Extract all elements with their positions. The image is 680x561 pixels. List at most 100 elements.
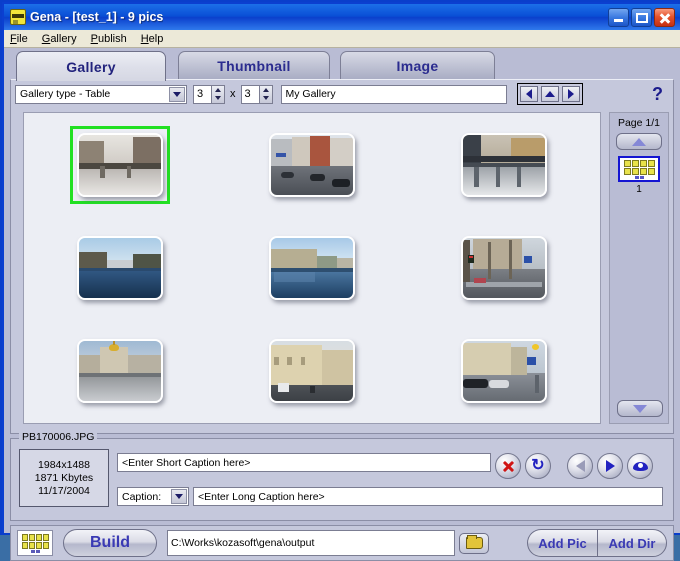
grid-cell [408,320,600,423]
thumbnail-image-2 [269,132,355,197]
add-dir-button[interactable]: Add Dir [597,529,667,557]
minimize-button[interactable] [608,7,629,27]
menu-label-help: elp [148,32,164,45]
menu-item-help[interactable]: Help [141,33,164,45]
folder-open-icon [465,535,483,549]
cols-up-icon[interactable] [260,86,272,95]
image-action-buttons: ↻ [495,453,653,479]
grid-cell [216,216,408,319]
thumbnail-item[interactable] [262,229,362,307]
close-icon [502,460,515,473]
thumbnail-item[interactable] [262,126,362,204]
grid-cell [216,113,408,216]
gallery-grid-icon [17,530,53,556]
rows-spin-buttons[interactable] [211,84,225,104]
application-window: Gena - [test_1] - 9 pics File Gallery Pu… [0,0,680,561]
build-button[interactable]: Build [63,529,157,557]
cols-spin-buttons[interactable] [258,84,273,104]
app-icon [10,9,26,25]
page-nav-group [516,83,583,105]
menu-item-publish[interactable]: Publish [91,33,127,45]
rows-stepper[interactable]: 3 [193,84,225,104]
right-arrow-icon [605,460,615,472]
thumbnail-item[interactable] [454,126,554,204]
image-dimensions: 1984x1488 [38,459,90,471]
menu-label-file: ile [16,32,28,45]
thumbnail-item[interactable] [70,332,170,410]
menu-item-gallery[interactable]: Gallery [42,33,77,45]
add-pic-button[interactable]: Add Pic [527,529,597,557]
thumbnail-image-1 [77,132,163,197]
tab-gallery[interactable]: Gallery [16,51,166,81]
grid-cell [24,320,216,423]
chevron-down-icon[interactable] [169,86,185,102]
long-caption-input[interactable]: <Enter Long Caption here> [193,487,663,506]
title-bar: Gena - [test_1] - 9 pics [4,4,680,30]
next-image-button[interactable] [597,453,623,479]
cols-down-icon[interactable] [260,94,272,103]
nav-prev-button[interactable] [519,86,538,102]
image-date: 11/17/2004 [38,485,90,497]
cols-stepper[interactable]: 3 [240,84,273,104]
gallery-panel: Gallery type - Table 3 x 3 My Gallery ? … [10,79,674,434]
bottom-toolbar: Build C:\Works\kozasoft\gena\output Add … [10,525,674,561]
rows-up-icon[interactable] [212,86,224,95]
prev-image-button[interactable] [567,453,593,479]
nav-up-button[interactable] [540,86,559,102]
close-button[interactable] [654,7,675,27]
caption-type-value: Caption: [122,490,162,503]
image-info-panel: PB170006.JPG 1984x1488 1871 Kbytes 11/17… [10,431,674,521]
chevron-down-icon[interactable] [171,489,187,504]
rotate-button[interactable]: ↻ [525,453,551,479]
page-thumbnail-1[interactable] [618,156,660,182]
page-scroll-up-button[interactable] [616,133,662,150]
thumbnail-item[interactable] [70,229,170,307]
preview-button[interactable] [627,453,653,479]
left-arrow-icon [575,460,585,472]
thumbnail-item[interactable] [454,332,554,410]
page-scroll-down-button[interactable] [617,400,663,417]
page-indicator: Page 1/1 [617,117,661,129]
page-thumbnail-label: 1 [636,184,642,195]
grid-cell [24,113,216,216]
client-area: Gallery Thumbnail Image Gallery type - T… [4,48,680,561]
gallery-type-value: Gallery type - Table [20,88,111,100]
rows-down-icon[interactable] [212,94,224,103]
caption-type-select[interactable]: Caption: [117,487,189,506]
thumbnail-item[interactable] [262,332,362,410]
help-icon[interactable]: ? [652,85,663,103]
menu-item-file[interactable]: File [10,33,28,45]
build-label: Build [90,534,130,551]
dimension-separator: x [230,88,236,100]
gallery-toolbar: Gallery type - Table 3 x 3 My Gallery ? [11,80,673,108]
long-caption-placeholder: <Enter Long Caption here> [198,490,325,503]
gallery-name-input[interactable]: My Gallery [280,84,507,104]
tab-thumbnail[interactable]: Thumbnail [178,51,330,79]
maximize-button[interactable] [631,7,652,27]
image-metadata-box: 1984x1488 1871 Kbytes 11/17/2004 [19,449,109,507]
browse-folder-button[interactable] [459,532,489,554]
thumbnail-image-6 [461,235,547,300]
grid-cell [24,216,216,319]
page-list-panel: Page 1/1 1 [609,112,669,424]
delete-button[interactable] [495,453,521,479]
grid-cell [408,216,600,319]
short-caption-input[interactable]: <Enter Short Caption here> [117,453,491,472]
thumbnail-image-8 [269,339,355,404]
thumbnail-item[interactable] [70,125,170,204]
tab-image[interactable]: Image [340,51,495,79]
add-buttons-group: Add Pic Add Dir [527,529,667,557]
thumbnail-image-3 [461,132,547,197]
output-path-value: C:\Works\kozasoft\gena\output [171,537,315,549]
menu-bar: File Gallery Publish Help [4,30,680,48]
thumbnail-image-5 [269,235,355,300]
rotate-cw-icon: ↻ [531,457,545,474]
grid-cell [408,113,600,216]
output-path-field[interactable]: C:\Works\kozasoft\gena\output [167,530,455,556]
thumbnail-item[interactable] [454,229,554,307]
menu-label-publish: ublish [97,32,127,45]
nav-next-button[interactable] [561,86,580,102]
tab-thumbnail-label: Thumbnail [217,57,291,74]
add-dir-label: Add Dir [608,535,656,551]
gallery-type-select[interactable]: Gallery type - Table [15,84,187,104]
